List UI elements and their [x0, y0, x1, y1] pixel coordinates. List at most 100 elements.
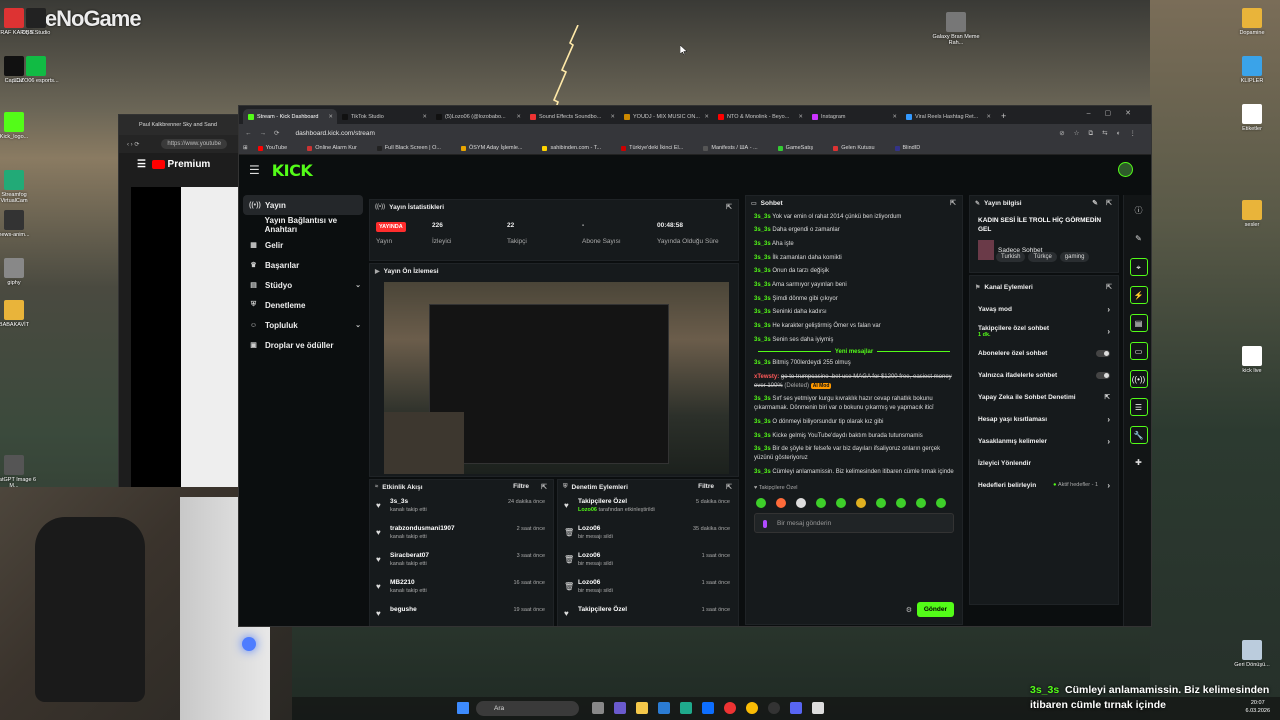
info-icon[interactable]: ⓘ: [1130, 202, 1148, 220]
bookmark-item[interactable]: Manifests / ША - ...: [703, 145, 767, 151]
hamburger-menu-icon[interactable]: ☰: [249, 163, 260, 177]
chevron-right-icon[interactable]: ›: [1107, 481, 1110, 490]
desktop-icon[interactable]: BABAKAVİT: [0, 300, 40, 328]
moderation-row[interactable]: 🗑 Lozo06 bir mesajı sildi 1 saat önce: [558, 548, 738, 575]
desktop-icon[interactable]: KLIPLER: [1226, 56, 1278, 84]
chat-username[interactable]: 3s_3s: [754, 255, 771, 261]
chat-message-input[interactable]: Bir mesaj gönderin: [754, 513, 954, 534]
activity-username[interactable]: begushe: [390, 606, 417, 613]
emote-icon[interactable]: [936, 498, 946, 509]
toggle-switch[interactable]: [1096, 349, 1110, 357]
target-icon[interactable]: ⌖: [1129, 258, 1148, 276]
desktop-icon[interactable]: Etiketler: [1226, 104, 1278, 132]
apps-grid-icon[interactable]: ⊞: [243, 145, 248, 151]
chevron-right-icon[interactable]: ›: [1107, 415, 1110, 424]
file-explorer-icon[interactable]: [636, 702, 648, 714]
bookmark-item[interactable]: Türkiye'deki İkinci El...: [621, 145, 693, 151]
chat-username[interactable]: 3s_3s: [754, 241, 771, 247]
emote-icon[interactable]: [876, 498, 886, 509]
chat-message[interactable]: 3s_3s Senin ses daha iyiymiş: [746, 333, 962, 347]
bookmark-item[interactable]: BlindID: [894, 145, 931, 151]
browser-tab[interactable]: (5)Lozo06 (@lozobabo... ✕: [431, 109, 525, 124]
youtube-premium-logo[interactable]: ☰ Premium: [119, 153, 239, 175]
chat-username[interactable]: 3s_3s: [754, 323, 771, 329]
browser-tab[interactable]: YOUDJ - MIX MUSIC ON... ✕: [619, 109, 713, 124]
channel-action-item[interactable]: İzleyici Yönlendir: [970, 452, 1118, 474]
desktop-icon[interactable]: Dopamine: [1226, 8, 1278, 36]
back-browser-address-bar[interactable]: ‹ › ⟳ https://www.youtube: [119, 135, 239, 153]
nav-buttons[interactable]: ←→⟳: [245, 129, 287, 137]
broadcast-icon[interactable]: ((•)): [1129, 370, 1148, 388]
bolt-icon[interactable]: ⚡: [1129, 286, 1148, 304]
channel-action-item[interactable]: Yasaklanmış kelimeler ›: [970, 430, 1118, 452]
store-icon[interactable]: [702, 702, 714, 714]
activity-row[interactable]: ♥ 3s_3s kanalı takip etti 24 dakika önce: [370, 494, 553, 521]
desktop-icon[interactable]: ChatGPT Image 6 M...: [0, 455, 40, 489]
tag-chip[interactable]: Turkish: [996, 252, 1026, 263]
send-button[interactable]: Gönder: [916, 602, 954, 617]
extension-icons[interactable]: ⊘☆⧉⇆◐⋮: [1059, 129, 1145, 138]
chat-message[interactable]: 3s_3s O dönmeyi biliyorsundur tip olarak…: [746, 415, 962, 429]
pencil-icon[interactable]: ✎: [1130, 230, 1148, 248]
new-messages-divider[interactable]: Yeni mesajlar: [746, 347, 962, 357]
browser-tab[interactable]: Stream - Kick Dashboard ✕: [243, 109, 337, 124]
chat-username[interactable]: xTewsty:: [754, 374, 779, 380]
browser-tab[interactable]: Sound Effects Soundbo... ✕: [525, 109, 619, 124]
emote-icon[interactable]: [856, 498, 866, 509]
popout-icon[interactable]: ⇱: [726, 483, 732, 491]
chat-username[interactable]: 3s_3s: [754, 309, 771, 315]
bookmark-item[interactable]: sahibinden.com - T...: [542, 145, 611, 151]
close-tab-icon[interactable]: ✕: [610, 114, 615, 120]
sidebar-nav-item[interactable]: ▣ Droplar ve ödüller: [239, 335, 367, 355]
popout-icon[interactable]: ⇱: [726, 203, 732, 211]
browser-window[interactable]: Stream - Kick Dashboard ✕ TikTok Studio ✕ (5…: [238, 105, 1152, 627]
emote-icon[interactable]: [756, 498, 766, 509]
window-controls[interactable]: –▢✕: [1087, 109, 1145, 117]
sidebar-nav-item[interactable]: ☺ Topluluk ⌄: [239, 315, 367, 335]
windows-start-icon[interactable]: [457, 702, 469, 714]
url-text[interactable]: dashboard.kick.com/stream: [295, 130, 374, 137]
desktop-icon[interactable]: OBS Studio: [10, 8, 62, 36]
chat-message[interactable]: 3s_3s Aha işte: [746, 237, 962, 251]
desktop-icon-top[interactable]: Galaxy Bran Meme Rah...: [926, 12, 986, 46]
mail-icon[interactable]: [658, 702, 670, 714]
deleted-chat-message[interactable]: xTewsty: go to trumpcasino .bet use MAGA…: [746, 371, 962, 393]
chat-username[interactable]: 3s_3s: [754, 296, 771, 302]
moderation-row[interactable]: ♥ Takipçilere Özel 1 saat önce: [558, 602, 738, 626]
moderation-row[interactable]: 🗑 Lozo06 bir mesajı sildi 1 saat önce: [558, 575, 738, 602]
chat-username[interactable]: 3s_3s: [754, 227, 771, 233]
channel-action-item[interactable]: Hedefleri belirleyin ● Aktif hedefler - 1…: [970, 474, 1118, 496]
close-tab-icon[interactable]: ✕: [798, 114, 803, 120]
toggle-switch[interactable]: [1096, 371, 1110, 379]
background-browser-window[interactable]: Paul Kalkbrenner Sky and Sand ‹ › ⟳ https…: [118, 114, 240, 494]
activity-row[interactable]: ♥ Siracberat07 kanalı takip etti 3 saat önc…: [370, 548, 553, 575]
activity-username[interactable]: 3s_3s: [390, 498, 427, 505]
chat-message[interactable]: 3s_3s Cümleyi anlamamissin. Biz kelimesi…: [746, 465, 962, 479]
address-bar[interactable]: ←→⟳ dashboard.kick.com/stream ⊘☆⧉⇆◐⋮: [239, 124, 1151, 142]
activity-row[interactable]: ♥ trabzondusmani1907 kanalı takip etti 2 sa…: [370, 521, 553, 548]
popout-icon[interactable]: ⇱: [541, 483, 547, 491]
capcut-icon[interactable]: [812, 702, 824, 714]
chevron-down-icon[interactable]: ⌄: [355, 321, 361, 329]
desktop-icon[interactable]: Kick_logo...: [0, 112, 40, 140]
channel-action-item[interactable]: Yalnızca ifadelerle sohbet: [970, 364, 1118, 386]
bookmark-item[interactable]: Gelen Kutusu: [833, 145, 884, 151]
chat-username[interactable]: 3s_3s: [754, 360, 771, 366]
desktop-icon[interactable]: Streamfog VirtualCam: [0, 170, 40, 204]
chat-message[interactable]: 3s_3s Bitmiş 700lerdeydi 255 olmuş: [746, 357, 962, 371]
stream-preview-video[interactable]: [384, 282, 729, 474]
popout-icon[interactable]: ⇱: [950, 199, 956, 207]
channel-action-item[interactable]: Hesap yaşı kısıtlaması ›: [970, 408, 1118, 430]
user-avatar[interactable]: [1118, 162, 1133, 177]
close-tab-icon[interactable]: ✕: [422, 114, 427, 120]
browser-tab[interactable]: TikTok Studio ✕: [337, 109, 431, 124]
taskbar-search[interactable]: Ara: [476, 701, 579, 716]
sidebar-nav-item[interactable]: ▤ Stüdyo ⌄: [239, 275, 367, 295]
chat-username[interactable]: 3s_3s: [754, 214, 771, 220]
channel-action-item[interactable]: Abonelere özel sohbet: [970, 342, 1118, 364]
chevron-right-icon[interactable]: ›: [1107, 327, 1110, 336]
bookmark-item[interactable]: ÖSYM Aday İşlemle...: [460, 145, 533, 151]
chevron-down-icon[interactable]: ⌄: [355, 281, 361, 289]
desktop-icon[interactable]: giphy: [0, 258, 40, 286]
desktop-icon[interactable]: kick live: [1226, 346, 1278, 374]
